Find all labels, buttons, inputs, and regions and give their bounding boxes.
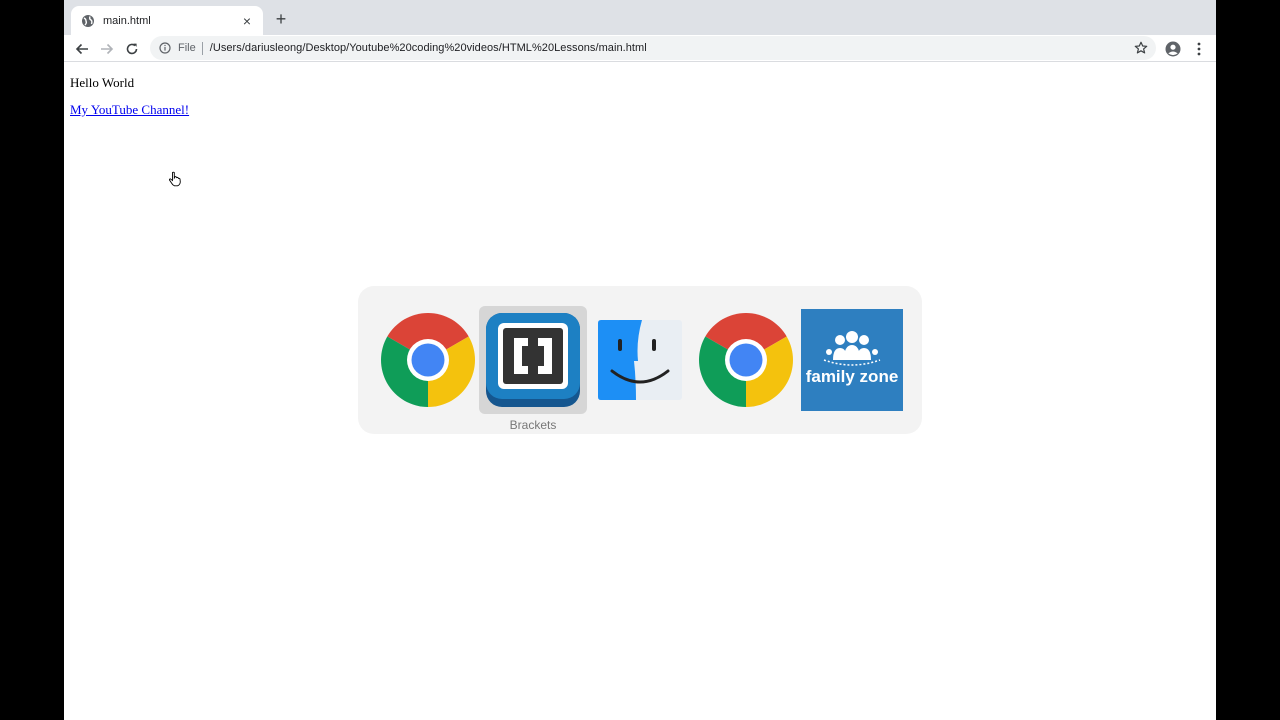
selected-app-label: Brackets (509, 418, 557, 432)
hand-cursor-icon (168, 171, 181, 187)
app-finder[interactable] (586, 306, 694, 414)
app-brackets[interactable] (479, 306, 587, 414)
app-chrome-2[interactable] (692, 306, 800, 414)
app-switcher: Brackets family zone (358, 286, 922, 434)
forward-button[interactable] (97, 39, 117, 59)
close-icon[interactable]: × (239, 13, 255, 29)
url-text[interactable]: /Users/dariusleong/Desktop/Youtube%20cod… (210, 42, 647, 54)
tab-strip: main.html × + (64, 0, 1216, 35)
browser-window: main.html × + File /Users/dariusleong/De… (64, 0, 1216, 720)
reload-icon (126, 43, 138, 55)
reload-button[interactable] (122, 39, 142, 59)
globe-icon (81, 14, 95, 28)
finder-icon (598, 320, 682, 400)
family-zone-text: family zone (806, 367, 899, 386)
arrow-right-icon (101, 43, 114, 55)
star-icon[interactable] (1134, 41, 1148, 55)
family-zone-icon: family zone (801, 309, 903, 411)
chrome-icon (699, 313, 793, 407)
brackets-icon (486, 313, 580, 407)
toolbar: File /Users/dariusleong/Desktop/Youtube%… (64, 35, 1216, 62)
address-bar[interactable]: File /Users/dariusleong/Desktop/Youtube%… (150, 36, 1156, 60)
url-scheme: File (178, 42, 196, 54)
app-chrome-1[interactable] (374, 306, 482, 414)
app-family-zone[interactable]: family zone (798, 306, 906, 414)
hello-heading: Hello World (70, 75, 135, 90)
page-content: Hello World My YouTube Channel! Brackets… (64, 63, 1216, 720)
more-menu-icon[interactable] (1190, 40, 1208, 58)
chrome-icon (381, 313, 475, 407)
youtube-channel-link[interactable]: My YouTube Channel! (70, 102, 189, 118)
tab-main-html[interactable]: main.html × (71, 6, 263, 35)
back-button[interactable] (72, 39, 92, 59)
profile-icon[interactable] (1164, 40, 1182, 58)
url-separator (201, 41, 203, 55)
arrow-left-icon (75, 43, 88, 55)
info-icon[interactable] (158, 41, 172, 55)
tab-title: main.html (103, 14, 151, 27)
new-tab-button[interactable]: + (272, 9, 290, 29)
